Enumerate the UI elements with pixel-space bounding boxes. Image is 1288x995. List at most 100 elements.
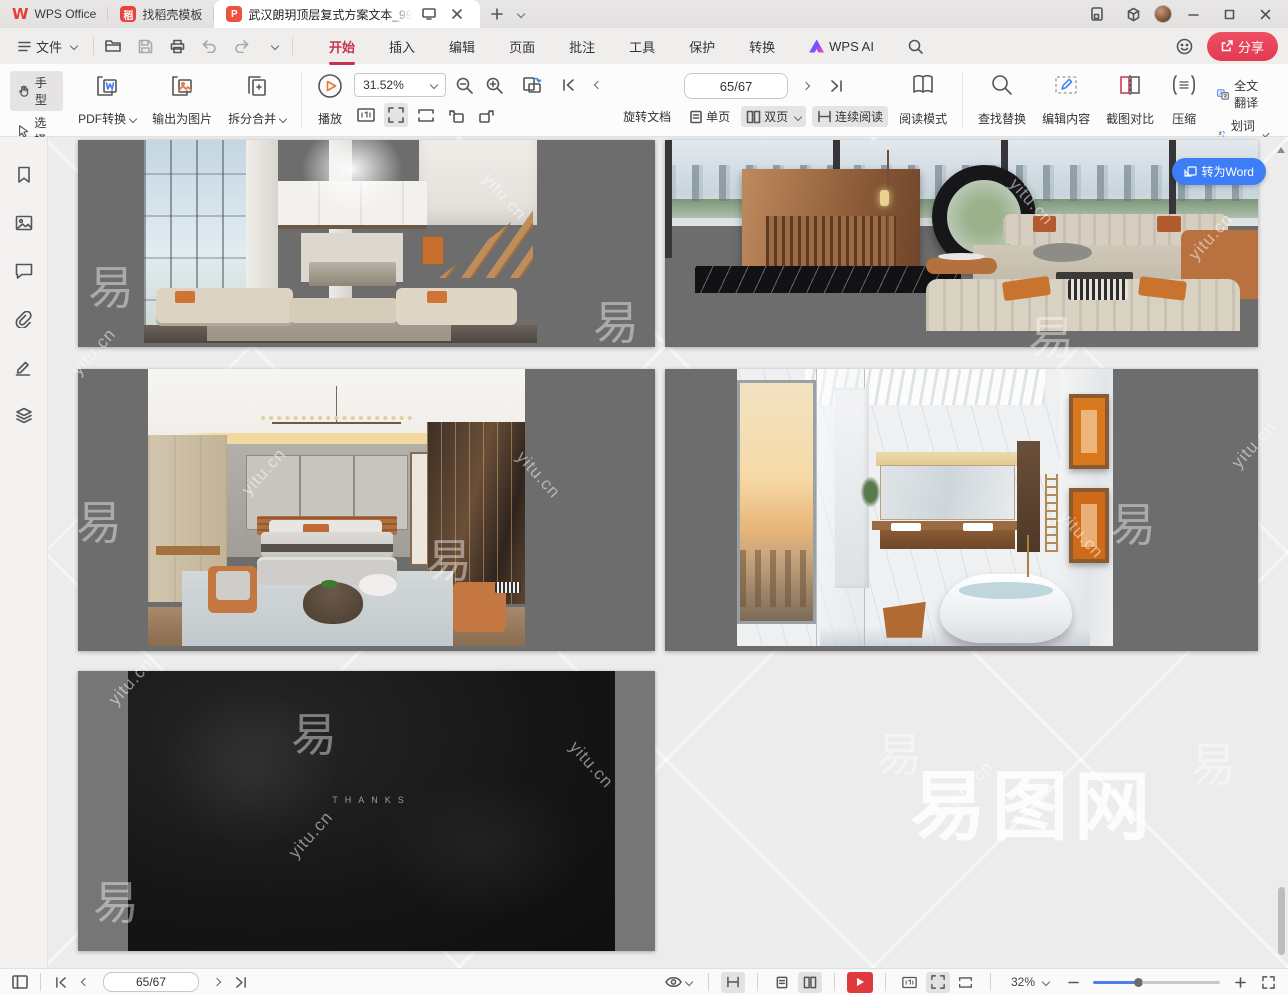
hand-tool-button[interactable]: 手型 [10,71,63,111]
zoom-slider[interactable] [1093,978,1220,987]
pdf-page-living-skyline[interactable] [665,140,1258,347]
tab-document-active[interactable]: P 武汉朗玥顶层复式方案文本_99 [214,0,480,28]
scrollbar-thumb[interactable] [1278,887,1285,955]
continuous-read-button[interactable]: 连续阅读 [812,106,888,127]
zoom-out-button[interactable] [1061,972,1085,993]
pdf-page-bedroom[interactable] [78,369,655,651]
attachments-panel-icon[interactable] [10,305,38,333]
zoom-in-button[interactable] [1228,972,1252,993]
redo-button[interactable] [230,35,252,57]
slideshow-play-button[interactable] [847,972,873,993]
maximize-button[interactable] [1214,2,1244,26]
menu-items: 开始 插入 编辑 页面 批注 工具 保护 转换 WPS AI [327,33,925,60]
zoom-level-dropdown[interactable]: 32% [1011,975,1049,989]
scroll-up-arrow[interactable] [1277,147,1285,153]
zoom-level-dropdown[interactable]: 31.52% [354,73,446,97]
page-number-input[interactable] [103,972,199,992]
double-page-button[interactable]: 双页 [741,106,806,127]
single-page-button[interactable]: 单页 [684,106,735,127]
open-file-button[interactable] [102,35,124,57]
double-page-toggle[interactable] [798,972,822,993]
menu-home[interactable]: 开始 [327,33,357,60]
bookmarks-panel-icon[interactable] [10,161,38,189]
user-avatar[interactable] [1154,5,1172,23]
continuous-read-toggle[interactable] [721,972,745,993]
pdf-to-word-icon [94,73,120,99]
toggle-sidebar-button[interactable] [8,972,32,993]
find-replace-button[interactable]: 查找替换 [971,71,1033,129]
service-icon[interactable] [1176,38,1193,55]
first-page-button[interactable] [556,73,580,97]
actual-size-button[interactable] [898,972,922,993]
edit-content-button[interactable]: 编辑内容 [1035,71,1097,129]
next-page-button[interactable] [205,972,229,993]
menu-tools[interactable]: 工具 [627,33,657,60]
close-tab-icon[interactable] [446,3,468,25]
rotate-document-label[interactable]: 旋转文档 [618,106,676,127]
menu-wps-ai[interactable]: WPS AI [807,35,876,58]
layers-panel-icon[interactable] [10,401,38,429]
play-button[interactable]: 播放 [310,71,350,129]
pdf-page-bathroom[interactable] [665,369,1258,651]
vertical-scrollbar[interactable] [1276,139,1286,966]
save-button[interactable] [134,35,156,57]
last-page-button[interactable] [824,74,848,98]
zoom-in-button[interactable] [482,73,506,97]
thumbnails-panel-icon[interactable] [10,209,38,237]
rotate-right-button[interactable] [474,103,498,127]
full-translate-button[interactable]: A 全文翻译 [1209,74,1276,114]
minimize-button[interactable] [1178,2,1208,26]
pdf-page-living-double-height[interactable] [78,140,655,347]
menu-convert[interactable]: 转换 [747,33,777,60]
fullscreen-button[interactable] [1256,972,1280,993]
share-button[interactable]: 分享 [1207,32,1278,61]
rotate-left-button[interactable] [444,103,468,127]
file-menu[interactable]: 文件 [10,37,85,56]
fit-page-button[interactable] [384,103,408,127]
tab-list-chevron-icon[interactable] [508,3,530,25]
split-merge-icon [244,73,270,99]
fit-page-button[interactable] [926,972,950,993]
export-image-button[interactable]: 输出为图片 [145,71,219,129]
menu-edit[interactable]: 编辑 [447,33,477,60]
page-number-input[interactable] [684,73,788,99]
quick-access-chevron-icon[interactable] [262,35,284,57]
undo-button[interactable] [198,35,220,57]
menu-insert[interactable]: 插入 [387,33,417,60]
workspace-cube-icon[interactable] [1118,2,1148,26]
read-mode-button[interactable]: 阅读模式 [892,71,954,129]
enter-fullscreen-icon[interactable] [418,3,440,25]
previous-page-button[interactable] [586,73,610,97]
comments-panel-icon[interactable] [10,257,38,285]
menu-search-icon[interactable] [906,35,925,58]
new-tab-button[interactable] [486,3,508,25]
zoom-out-button[interactable] [452,73,476,97]
view-options-button[interactable] [662,972,696,993]
signature-panel-icon[interactable] [10,353,38,381]
screenshot-compare-button[interactable]: 截图对比 [1099,71,1161,129]
compress-button[interactable]: 压缩 [1163,71,1205,129]
close-window-button[interactable] [1250,2,1280,26]
mobile-sync-icon[interactable] [1082,2,1112,26]
split-merge-button[interactable]: 拆分合并 [221,71,293,129]
fit-width-button[interactable] [954,972,978,993]
tab-docer-templates[interactable]: 稻 找稻壳模板 [108,0,214,28]
last-page-button[interactable] [229,972,253,993]
first-page-button[interactable] [49,972,73,993]
menu-protect[interactable]: 保护 [687,33,717,60]
menu-page[interactable]: 页面 [507,33,537,60]
print-button[interactable] [166,35,188,57]
previous-page-button[interactable] [73,972,97,993]
single-page-toggle[interactable] [770,972,794,993]
next-page-button[interactable] [794,74,818,98]
tab-wps-office[interactable]: W WPS Office [0,0,108,28]
convert-to-word-button[interactable]: 转为Word [1172,158,1266,185]
rotate-document-icon[interactable] [520,73,544,97]
menu-comment[interactable]: 批注 [567,33,597,60]
fit-width-button[interactable] [414,103,438,127]
pdf-page-thanks[interactable]: THANKS [78,671,655,951]
actual-size-button[interactable] [354,103,378,127]
document-canvas[interactable]: THANKS 易易易易易易易易易易yitu.cnyitu.cnyitu.cnyi… [48,137,1288,968]
photo-shape [427,291,447,303]
pdf-convert-button[interactable]: PDF转换 [71,71,143,129]
